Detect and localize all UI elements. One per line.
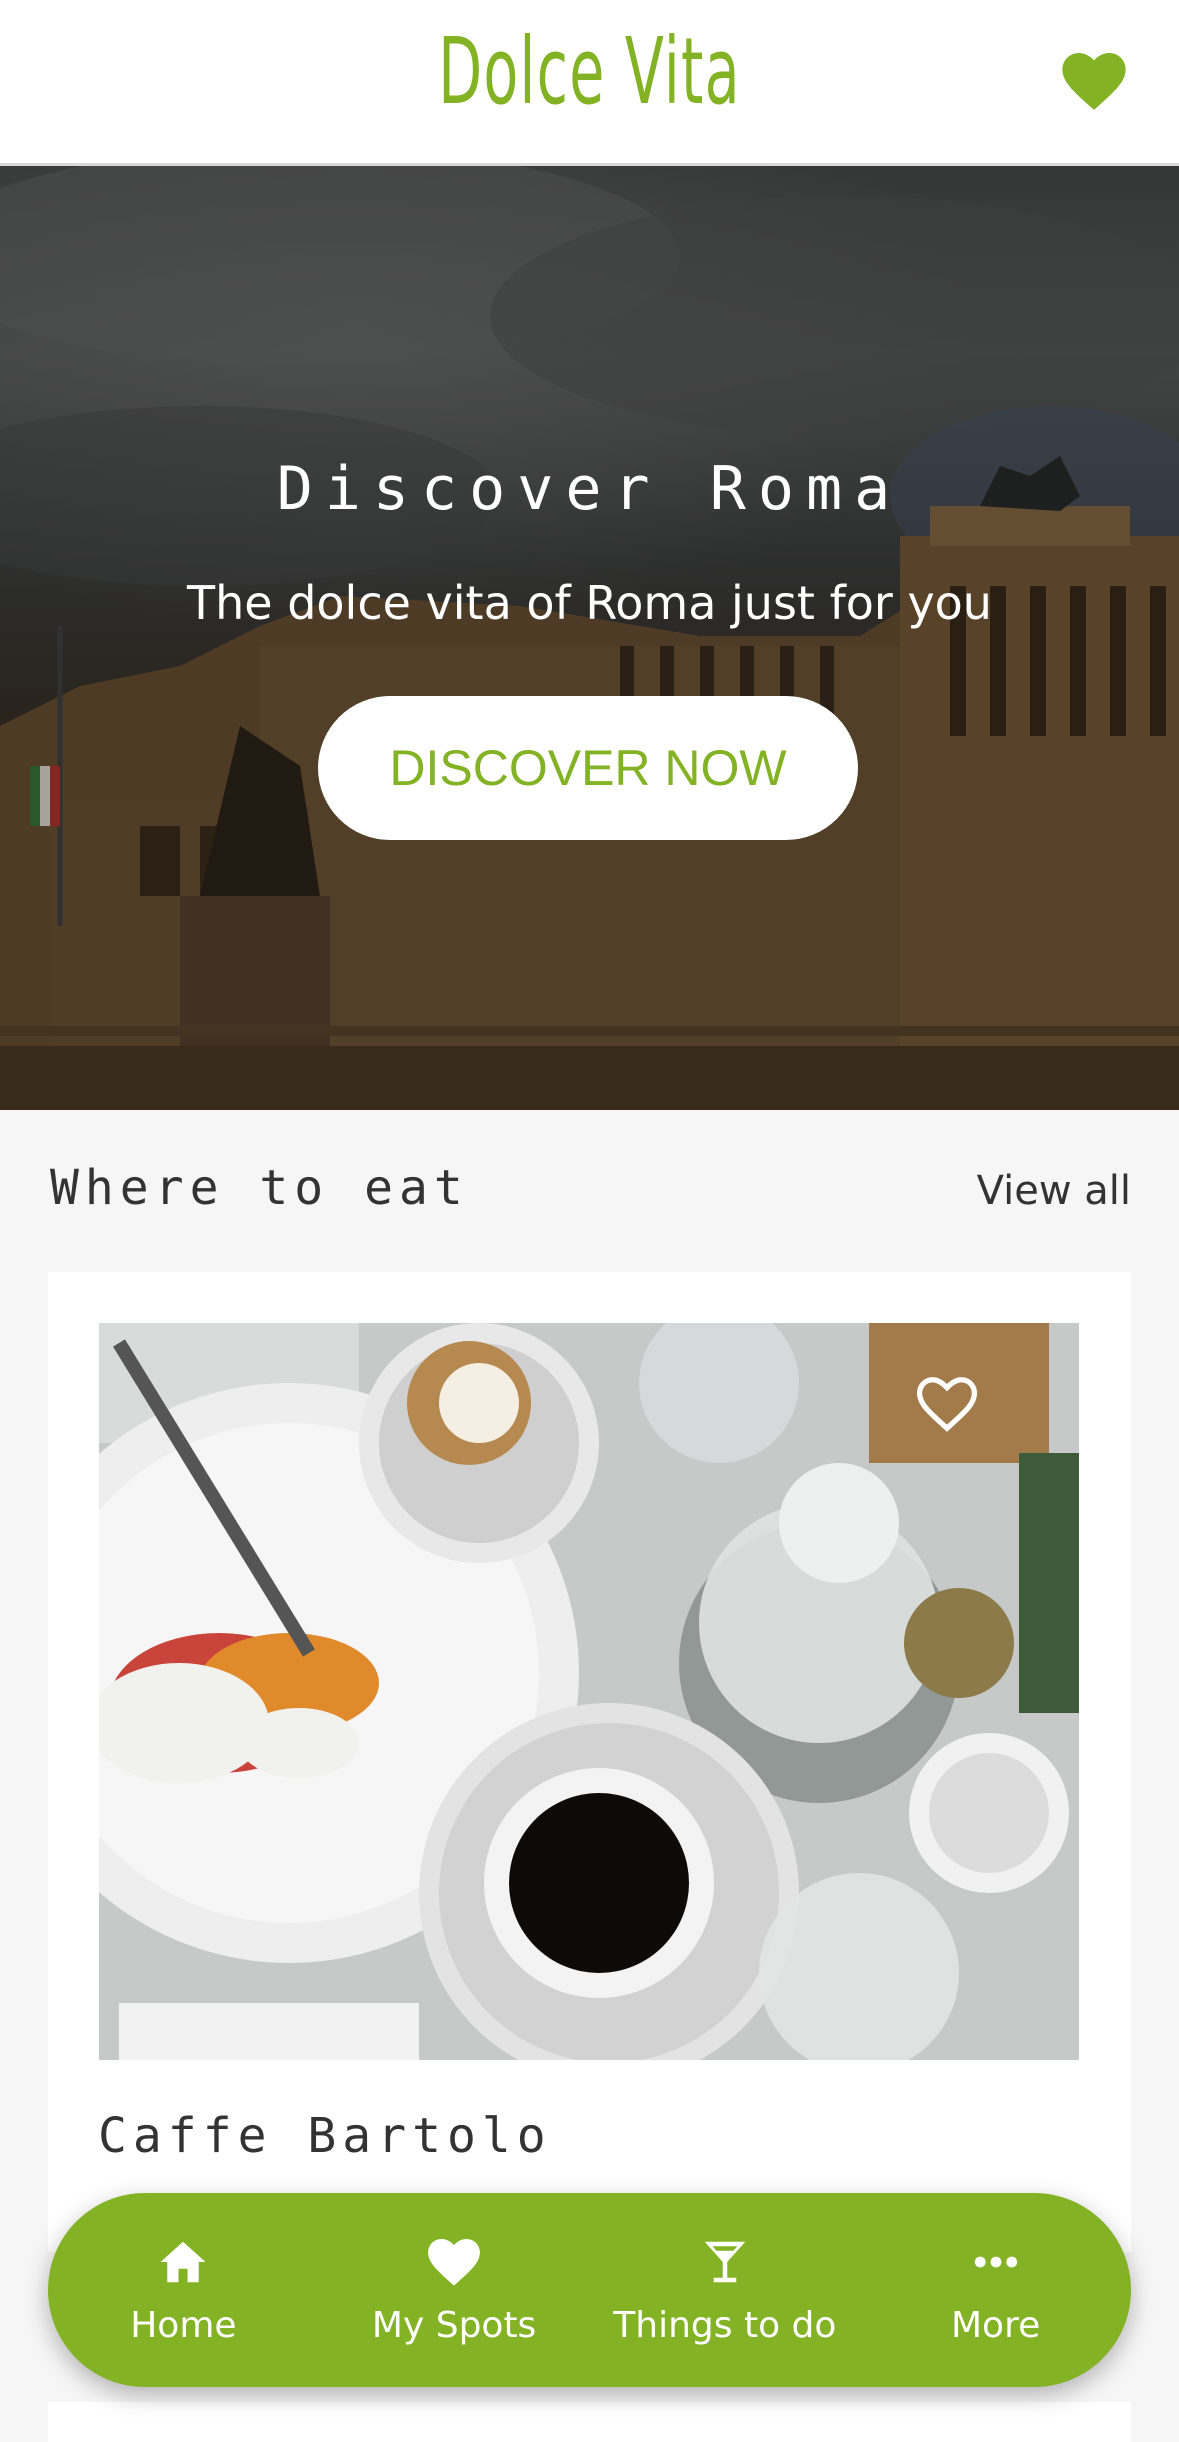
restaurant-name: Caffe Bartolo — [98, 2108, 552, 2164]
heart-icon[interactable] — [1061, 50, 1127, 112]
food-table-image — [99, 1323, 1079, 2060]
restaurant-photo — [99, 1323, 1079, 2060]
restaurant-card-next[interactable] — [48, 2402, 1131, 2442]
bottom-navigation: Home My Spots Things to do More — [48, 2193, 1131, 2387]
hero-banner: Discover Roma The dolce vita of Roma jus… — [0, 166, 1179, 1110]
view-all-link[interactable]: View all — [977, 1168, 1131, 1214]
nav-label-home: Home — [130, 2305, 237, 2346]
more-icon — [974, 2256, 1017, 2268]
discover-now-button[interactable]: DISCOVER NOW — [318, 696, 858, 840]
nav-item-more[interactable]: More — [860, 2193, 1131, 2387]
cocktail-icon — [704, 2241, 746, 2283]
home-icon — [160, 2241, 206, 2283]
hero-overlay — [0, 166, 1179, 1110]
hero-title: Discover Roma — [276, 454, 903, 524]
hero-subtitle: The dolce vita of Roma just for you — [187, 576, 992, 630]
nav-label-things-to-do: Things to do — [613, 2305, 837, 2346]
app-logo[interactable]: Dolce Vita — [224, 26, 955, 118]
nav-label-more: More — [951, 2305, 1041, 2346]
app-header: Dolce Vita — [0, 0, 1179, 166]
heart-outline-icon[interactable] — [915, 1375, 979, 1433]
nav-item-things-to-do[interactable]: Things to do — [590, 2193, 861, 2387]
nav-item-my-spots[interactable]: My Spots — [319, 2193, 590, 2387]
nav-item-home[interactable]: Home — [48, 2193, 319, 2387]
heart-icon — [428, 2239, 480, 2286]
section-title: Where to eat — [50, 1160, 469, 1216]
nav-label-my-spots: My Spots — [371, 2305, 537, 2346]
